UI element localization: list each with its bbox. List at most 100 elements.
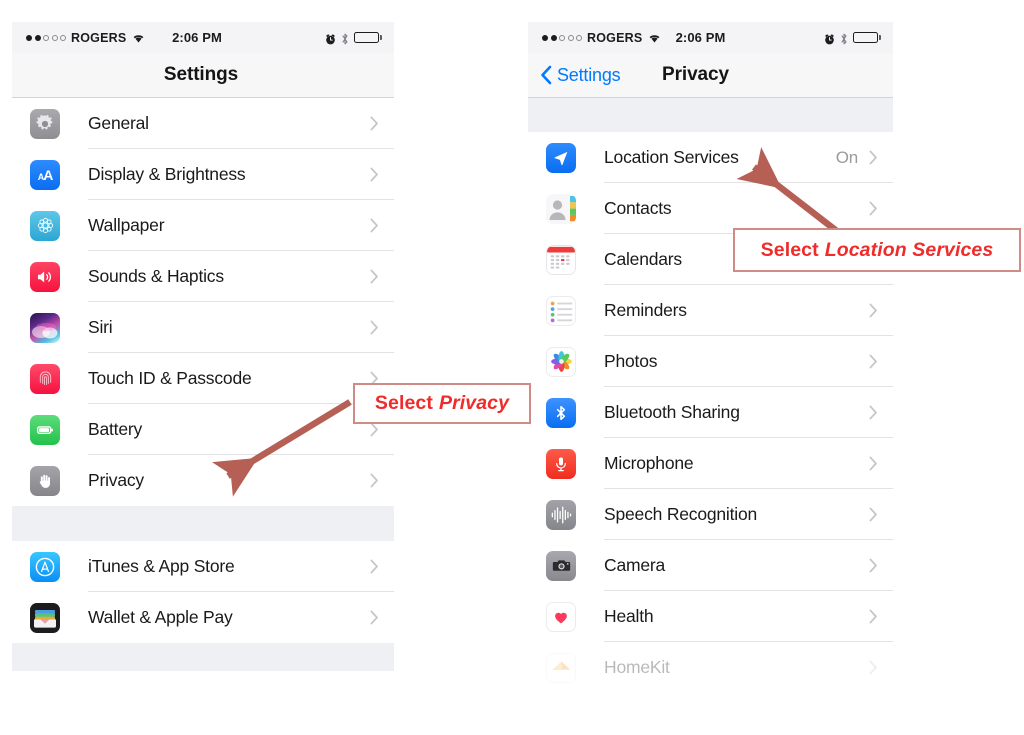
- reminders-icon: [546, 295, 576, 326]
- status-bar-right: [824, 31, 881, 45]
- phone-screenshot-settings: ROGERS 2:06 PM Settings General AA Displ…: [12, 22, 394, 673]
- list-item-label: Camera: [604, 555, 666, 575]
- list-item[interactable]: Siri: [12, 302, 394, 353]
- chevron-right-icon: [370, 269, 379, 284]
- list-item[interactable]: Camera: [528, 540, 893, 591]
- list-item[interactable]: Sounds & Haptics: [12, 251, 394, 302]
- chevron-right-icon: [869, 201, 878, 216]
- list-item-accessory: [370, 422, 379, 437]
- list-item[interactable]: Speech Recognition: [528, 489, 893, 540]
- chevron-right-icon: [370, 218, 379, 233]
- list-item[interactable]: Reminders: [528, 285, 893, 336]
- list-item-label: Calendars: [604, 249, 682, 269]
- list-item[interactable]: Bluetooth Sharing: [528, 387, 893, 438]
- bluetooth-icon: [840, 32, 848, 44]
- list-item-accessory: [370, 610, 379, 625]
- list-item-label: Display & Brightness: [88, 164, 246, 184]
- calendar-icon: [546, 244, 576, 275]
- list-item[interactable]: Microphone: [528, 438, 893, 489]
- list-item[interactable]: Photos: [528, 336, 893, 387]
- chevron-right-icon: [370, 320, 379, 335]
- location-arrow-icon: [546, 142, 576, 173]
- chevron-right-icon: [370, 559, 379, 574]
- list-item-accessory: [869, 354, 878, 369]
- list-item-label: Sounds & Haptics: [88, 266, 224, 286]
- chevron-right-icon: [370, 422, 379, 437]
- app-store-icon: [30, 551, 60, 582]
- list-item[interactable]: Wallpaper: [12, 200, 394, 251]
- list-item-label: iTunes & App Store: [88, 556, 235, 576]
- list-item-accessory: [370, 320, 379, 335]
- list-item[interactable]: HomeKit: [528, 642, 893, 693]
- status-bar: ROGERS 2:06 PM: [12, 22, 394, 53]
- chevron-right-icon: [370, 167, 379, 182]
- list-item-accessory: [869, 303, 878, 318]
- list-item-label: Speech Recognition: [604, 504, 758, 524]
- callout-text: Select Location Services: [761, 239, 994, 262]
- callout-prefix: Select: [760, 238, 819, 261]
- chevron-right-icon: [869, 303, 878, 318]
- home-icon: [546, 652, 576, 683]
- list-item[interactable]: Touch ID & Passcode: [12, 353, 394, 404]
- speaker-icon: [30, 261, 60, 292]
- list-item[interactable]: Health: [528, 591, 893, 642]
- list-item-accessory: [869, 609, 878, 624]
- list-item[interactable]: iTunes & App Store: [12, 541, 394, 592]
- chevron-right-icon: [370, 116, 379, 131]
- chevron-right-icon: [869, 660, 878, 675]
- list-item-label: General: [88, 113, 149, 133]
- list-item-label: Contacts: [604, 198, 672, 218]
- list-item-label: Bluetooth Sharing: [604, 402, 740, 422]
- section-gap: [12, 506, 394, 541]
- list-item[interactable]: Wallet & Apple Pay: [12, 592, 394, 643]
- chevron-right-icon: [869, 150, 878, 165]
- navigation-bar: Settings Privacy: [528, 53, 893, 98]
- status-bar-right: [325, 31, 382, 45]
- chevron-right-icon: [869, 456, 878, 471]
- display-aa-icon: AA: [30, 159, 60, 190]
- list-item-label: Siri: [88, 317, 113, 337]
- page-title: Settings: [163, 64, 239, 85]
- list-item-label: Wallpaper: [88, 215, 165, 235]
- list-item-accessory: [869, 660, 878, 675]
- settings-list-section-2: iTunes & App Store Wallet & Apple Pay: [12, 541, 394, 643]
- microphone-icon: [546, 448, 576, 479]
- list-item-accessory: [370, 116, 379, 131]
- section-gap-top: [528, 98, 893, 132]
- alarm-clock-icon: [325, 32, 336, 45]
- chevron-right-icon: [869, 405, 878, 420]
- list-item-label: Privacy: [88, 470, 144, 490]
- hand-icon: [30, 465, 60, 496]
- list-item-label: Battery: [88, 419, 143, 439]
- wallpaper-icon: [30, 210, 60, 241]
- list-item-label: Photos: [604, 351, 658, 371]
- chevron-right-icon: [869, 609, 878, 624]
- list-item-label: Reminders: [604, 300, 687, 320]
- list-item-accessory: [370, 559, 379, 574]
- contacts-icon: [546, 193, 576, 224]
- list-item-accessory: [869, 456, 878, 471]
- chevron-right-icon: [370, 610, 379, 625]
- list-item-label: Microphone: [604, 453, 694, 473]
- chevron-right-icon: [370, 473, 379, 488]
- list-item[interactable]: AA Display & Brightness: [12, 149, 394, 200]
- list-item-label: HomeKit: [604, 657, 670, 677]
- navigation-bar: Settings: [12, 53, 394, 98]
- fingerprint-icon: [30, 363, 60, 394]
- list-item-label: Location Services: [604, 147, 739, 167]
- list-item-accessory: [370, 473, 379, 488]
- callout-emphasis: Privacy: [438, 392, 510, 414]
- bluetooth-icon: [546, 397, 576, 428]
- wallet-icon: [30, 602, 60, 633]
- status-bar: ROGERS 2:06 PM: [528, 22, 893, 53]
- chevron-right-icon: [869, 558, 878, 573]
- list-item-accessory: [370, 269, 379, 284]
- list-item[interactable]: General: [12, 98, 394, 149]
- callout-emphasis: Location Services: [824, 238, 994, 261]
- heart-icon: [546, 601, 576, 632]
- battery-icon: [30, 414, 60, 445]
- list-item-accessory: [869, 201, 878, 216]
- callout-prefix: Select: [374, 392, 433, 414]
- page-title: Privacy: [662, 64, 729, 85]
- callout-text: Select Privacy: [375, 392, 509, 415]
